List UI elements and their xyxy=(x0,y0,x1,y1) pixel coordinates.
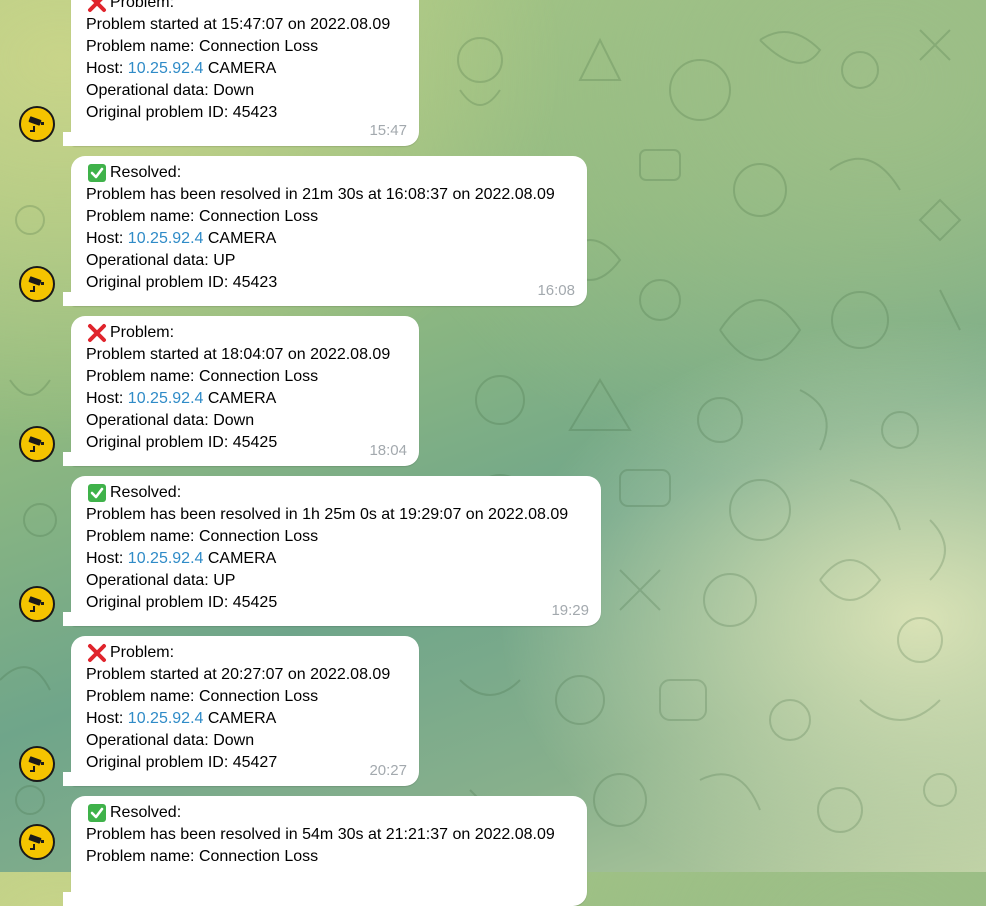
message-heading: Resolved: xyxy=(86,482,586,504)
message-heading: Problem: xyxy=(86,322,404,344)
heading-text: Problem: xyxy=(110,0,175,11)
problem-id: Original problem ID: 45425 xyxy=(86,594,278,611)
host-line: Host: 10.25.92.4 CAMERA xyxy=(86,228,572,250)
security-camera-icon[interactable] xyxy=(19,266,55,302)
status-line: Problem has been resolved in 1h 25m 0s a… xyxy=(86,506,569,523)
bubble-tail xyxy=(63,892,77,906)
problem-name: Problem name: Connection Loss xyxy=(86,528,319,545)
operational-data: Operational data: UP xyxy=(86,252,236,269)
message-bubble[interactable]: Problem: Problem started at 18:04:07 on 2… xyxy=(63,316,419,466)
problem-name: Problem name: Connection Loss xyxy=(86,368,319,385)
problem-id: Original problem ID: 45427 xyxy=(86,754,278,771)
problem-name: Problem name: Connection Loss xyxy=(86,208,319,225)
message-timestamp: 18:04 xyxy=(369,442,407,459)
host-label: Host: xyxy=(86,550,128,567)
operational-data: Operational data: UP xyxy=(86,572,236,589)
host-name: CAMERA xyxy=(203,230,277,247)
host-line: Host: 10.25.92.4 CAMERA xyxy=(86,548,586,570)
security-camera-icon[interactable] xyxy=(19,106,55,142)
heading-text: Resolved: xyxy=(110,164,182,181)
host-line: Host: 10.25.92.4 CAMERA xyxy=(86,708,404,730)
status-line: Problem started at 18:04:07 on 2022.08.0… xyxy=(86,346,391,363)
check-mark-icon xyxy=(86,162,108,184)
bubble-tail xyxy=(63,772,77,786)
bubble-tail xyxy=(63,292,77,306)
bubble-tail xyxy=(63,132,77,146)
host-ip-link[interactable]: 10.25.92.4 xyxy=(128,710,204,727)
message-bubble[interactable]: Resolved: Problem has been resolved in 1h… xyxy=(63,476,601,626)
message-bubble[interactable]: Problem: Problem started at 20:27:07 on 2… xyxy=(63,636,419,786)
message-timestamp: 19:29 xyxy=(551,602,589,619)
message-bubble[interactable]: Resolved: Problem has been resolved in 54… xyxy=(63,796,587,906)
cross-mark-icon xyxy=(86,0,108,14)
bubble-tail xyxy=(63,612,77,626)
message-timestamp: 15:47 xyxy=(369,122,407,139)
host-label: Host: xyxy=(86,230,128,247)
host-label: Host: xyxy=(86,60,128,77)
problem-id: Original problem ID: 45423 xyxy=(86,104,278,121)
host-ip-link[interactable]: 10.25.92.4 xyxy=(128,60,204,77)
message-heading: Resolved: xyxy=(86,802,572,824)
message-heading: Resolved: xyxy=(86,162,572,184)
host-name: CAMERA xyxy=(203,550,277,567)
host-ip-link[interactable]: 10.25.92.4 xyxy=(128,390,204,407)
status-line: Problem has been resolved in 54m 30s at … xyxy=(86,826,555,843)
host-ip-link[interactable]: 10.25.92.4 xyxy=(128,550,204,567)
problem-name: Problem name: Connection Loss xyxy=(86,688,319,705)
problem-name: Problem name: Connection Loss xyxy=(86,848,319,865)
status-line: Problem has been resolved in 21m 30s at … xyxy=(86,186,555,203)
host-name: CAMERA xyxy=(203,60,277,77)
host-ip-link[interactable]: 10.25.92.4 xyxy=(128,230,204,247)
operational-data: Operational data: Down xyxy=(86,412,255,429)
host-line: Host: 10.25.92.4 CAMERA xyxy=(86,388,404,410)
message-bubble[interactable]: Resolved: Problem has been resolved in 21… xyxy=(63,156,587,306)
problem-name: Problem name: Connection Loss xyxy=(86,38,319,55)
problem-id: Original problem ID: 45423 xyxy=(86,274,278,291)
message-heading: Problem: xyxy=(86,0,404,14)
security-camera-icon[interactable] xyxy=(19,824,55,860)
status-line: Problem started at 20:27:07 on 2022.08.0… xyxy=(86,666,391,683)
host-label: Host: xyxy=(86,710,128,727)
message-timestamp: 20:27 xyxy=(369,762,407,779)
heading-text: Resolved: xyxy=(110,804,182,821)
heading-text: Problem: xyxy=(110,644,175,661)
problem-id: Original problem ID: 45425 xyxy=(86,434,278,451)
security-camera-icon[interactable] xyxy=(19,586,55,622)
operational-data: Operational data: Down xyxy=(86,732,255,749)
cross-mark-icon xyxy=(86,322,108,344)
security-camera-icon[interactable] xyxy=(19,426,55,462)
check-mark-icon xyxy=(86,482,108,504)
host-label: Host: xyxy=(86,390,128,407)
host-name: CAMERA xyxy=(203,710,277,727)
message-bubble[interactable]: Problem: Problem started at 15:47:07 on 2… xyxy=(63,0,419,146)
security-camera-icon[interactable] xyxy=(19,746,55,782)
heading-text: Problem: xyxy=(110,324,175,341)
operational-data: Operational data: Down xyxy=(86,82,255,99)
bubble-tail xyxy=(63,452,77,466)
message-timestamp: 16:08 xyxy=(537,282,575,299)
cross-mark-icon xyxy=(86,642,108,664)
host-line: Host: 10.25.92.4 CAMERA xyxy=(86,58,404,80)
check-mark-icon xyxy=(86,802,108,824)
message-heading: Problem: xyxy=(86,642,404,664)
status-line: Problem started at 15:47:07 on 2022.08.0… xyxy=(86,16,391,33)
heading-text: Resolved: xyxy=(110,484,182,501)
host-name: CAMERA xyxy=(203,390,277,407)
